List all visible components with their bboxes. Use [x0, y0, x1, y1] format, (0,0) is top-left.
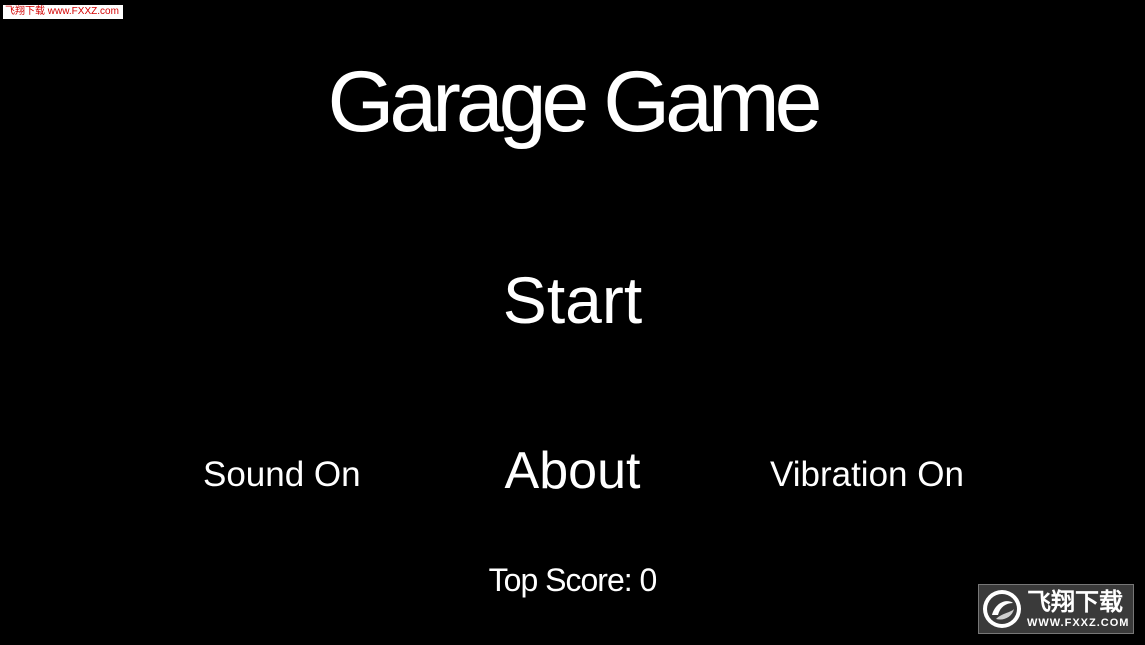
watermark-badge: 飞翔下载 WWW.FXXZ.COM: [978, 584, 1134, 634]
start-button[interactable]: Start: [0, 262, 1145, 338]
watermark-badge-url: WWW.FXXZ.COM: [1027, 617, 1130, 629]
swirl-logo-icon: [983, 590, 1021, 628]
watermark-badge-text: 飞翔下载: [1027, 588, 1123, 616]
watermark-top-left: 飞翔下载 www.FXXZ.com: [3, 5, 123, 19]
game-screen: 飞翔下载 www.FXXZ.com Garage Game Start Soun…: [0, 0, 1145, 645]
top-score-label: Top Score: 0: [488, 562, 658, 598]
game-title: Garage Game: [327, 54, 823, 150]
about-button[interactable]: About: [0, 440, 1145, 502]
vibration-toggle-button[interactable]: Vibration On: [770, 454, 964, 496]
